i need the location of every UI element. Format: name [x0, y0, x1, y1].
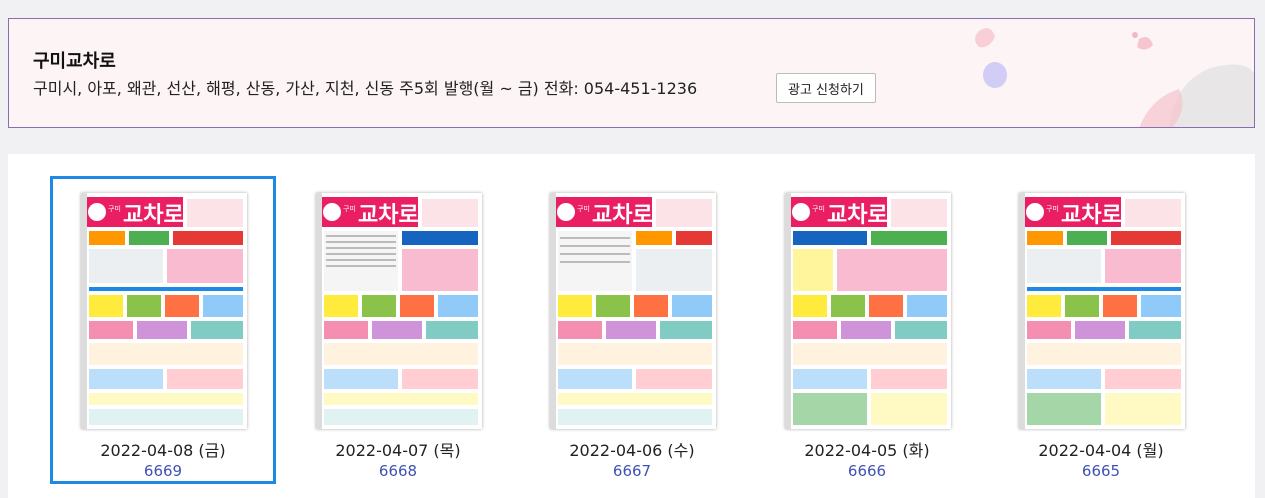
issue-card[interactable]: 구미 교차로 2022-04-05 (화) 6666 [754, 176, 980, 484]
svg-text:교차로: 교차로 [592, 203, 653, 228]
issue-date: 2022-04-07 (목) [335, 441, 461, 460]
newspaper-front-page-icon: 구미 교차로 [785, 193, 951, 429]
newspaper-thumbnail[interactable]: 구미 교차로 [1019, 193, 1185, 429]
issue-number-link[interactable]: 6665 [991, 462, 1211, 480]
svg-text:교차로: 교차로 [827, 203, 888, 228]
issue-date: 2022-04-06 (수) [569, 441, 695, 460]
svg-text:교차로: 교차로 [358, 203, 419, 228]
newspaper-front-page-icon: 구미 교차로 [81, 193, 247, 429]
issue-card[interactable]: 구미 교차로 [50, 176, 276, 484]
svg-text:교차로: 교차로 [1061, 203, 1122, 228]
issue-list-panel: 구미 교차로 2022-04-08 (금) 6669 구미 교차로 2022-0… [8, 154, 1255, 498]
header-banner: 구미교차로 구미시, 아포, 왜관, 선산, 해평, 산동, 가산, 지천, 신… [8, 18, 1255, 128]
issue-card[interactable]: 구미 교차로 [519, 176, 745, 484]
svg-text:구미: 구미 [577, 204, 590, 213]
newspaper-front-page-icon: 구미 교차로 [316, 193, 482, 429]
issue-number-link[interactable]: 6666 [757, 462, 977, 480]
svg-text:구미: 구미 [108, 204, 121, 213]
svg-text:구미: 구미 [812, 204, 825, 213]
issue-number-link[interactable]: 6669 [53, 462, 273, 480]
issue-date: 2022-04-05 (화) [804, 441, 930, 460]
newspaper-front-page-icon: 구미 교차로 [550, 193, 716, 429]
svg-text:구미: 구미 [343, 204, 356, 213]
issue-date: 2022-04-08 (금) [100, 441, 226, 460]
newspaper-front-page-icon: 구미 교차로 [1019, 193, 1185, 429]
newspaper-thumbnail[interactable]: 구미 교차로 [550, 193, 716, 429]
issue-number-link[interactable]: 6668 [288, 462, 508, 480]
decorative-petals-icon [975, 28, 1254, 127]
issue-date: 2022-04-04 (월) [1038, 441, 1164, 460]
issue-card[interactable]: 구미 교차로 [988, 176, 1214, 484]
svg-text:교차로: 교차로 [123, 203, 184, 228]
newspaper-thumbnail[interactable]: 구미 교차로 [316, 193, 482, 429]
publication-info: 구미시, 아포, 왜관, 선산, 해평, 산동, 가산, 지천, 신동 주5회 … [33, 79, 698, 98]
newspaper-thumbnail[interactable]: 구미 교차로 [81, 193, 247, 429]
newspaper-thumbnail[interactable]: 구미 교차로 [785, 193, 951, 429]
issue-card[interactable]: 구미 교차로 [285, 176, 511, 484]
ad-request-button[interactable]: 광고 신청하기 [776, 73, 876, 103]
issue-number-link[interactable]: 6667 [522, 462, 742, 480]
svg-text:구미: 구미 [1046, 204, 1059, 213]
page-title: 구미교차로 [33, 51, 116, 72]
